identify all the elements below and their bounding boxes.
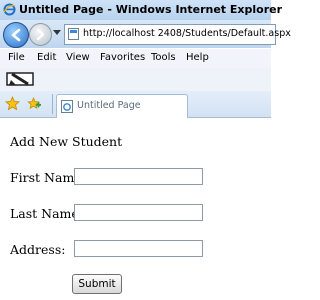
page-icon [68, 28, 79, 40]
address-field[interactable] [74, 240, 203, 257]
page-content: Add New Student First Name: Last Name: A… [0, 118, 271, 300]
add-to-favorites-icon[interactable] [27, 96, 42, 111]
tab-untitled-page[interactable]: Untitled Page [56, 94, 188, 118]
window-title: Untitled Page - Windows Internet Explore… [19, 3, 283, 16]
menu-edit[interactable]: Edit [37, 52, 56, 63]
page-heading: Add New Student [10, 134, 123, 149]
last-name-field[interactable] [74, 204, 203, 221]
menu-tools[interactable]: Tools [151, 52, 176, 63]
navigation-bar: http://localhost 2408/Students/Default.a… [0, 20, 291, 48]
address-label: Address: [10, 242, 66, 257]
menu-file[interactable]: File [8, 52, 25, 63]
menu-help[interactable]: Help [186, 52, 209, 63]
menu-view[interactable]: View [66, 52, 90, 63]
tab-page-icon [61, 100, 73, 113]
address-url[interactable]: http://localhost 2408/Students/Default.a… [83, 28, 291, 39]
internet-explorer-icon [3, 3, 16, 16]
tab-bar: Untitled Page [0, 91, 271, 118]
tab-divider [52, 94, 53, 114]
tab-label: Untitled Page [77, 100, 141, 111]
window-title-bar: Untitled Page - Windows Internet Explore… [0, 0, 282, 21]
favorites-star-icon[interactable] [5, 96, 20, 111]
forward-arrow-icon [36, 28, 45, 41]
back-arrow-icon [11, 28, 21, 42]
menu-bar: File Edit View Favorites Tools Help [0, 49, 271, 68]
recent-pages-dropdown[interactable] [53, 30, 61, 35]
first-name-field[interactable] [74, 168, 203, 185]
last-name-label: Last Name: [10, 206, 84, 221]
submit-button[interactable]: Submit [72, 274, 122, 294]
back-button[interactable] [3, 22, 29, 48]
forward-button[interactable] [29, 23, 52, 46]
menu-favorites[interactable]: Favorites [100, 52, 145, 63]
address-bar[interactable]: http://localhost 2408/Students/Default.a… [64, 24, 291, 45]
links-toolbar-icon[interactable] [6, 71, 36, 87]
links-bar [0, 68, 271, 92]
